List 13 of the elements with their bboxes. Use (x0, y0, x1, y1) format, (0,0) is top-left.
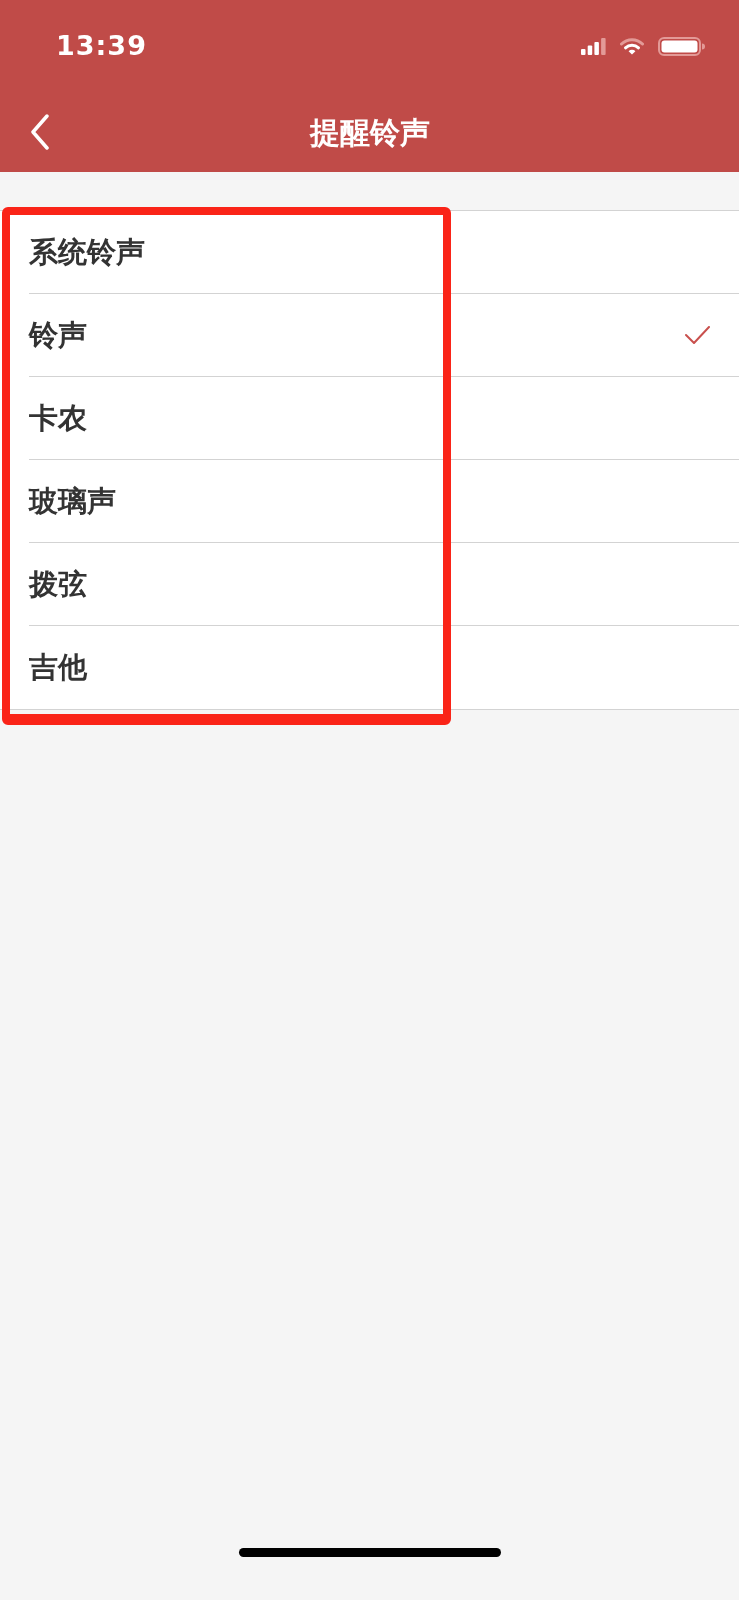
ringtone-option[interactable]: 玻璃声 (29, 460, 739, 543)
signal-icon (581, 37, 606, 55)
ringtone-option[interactable]: 卡农 (29, 377, 739, 460)
chevron-left-icon (30, 114, 50, 150)
wifi-icon (620, 37, 644, 55)
ringtone-option[interactable]: 拨弦 (29, 543, 739, 626)
ringtone-option[interactable]: 铃声 (29, 294, 739, 377)
ringtone-option[interactable]: 系统铃声 (29, 211, 739, 294)
battery-icon (658, 36, 705, 56)
ringtone-option[interactable]: 吉他 (29, 626, 739, 709)
status-time: 13:39 (56, 28, 147, 63)
back-button[interactable] (28, 114, 52, 150)
page-title: 提醒铃声 (309, 113, 430, 152)
